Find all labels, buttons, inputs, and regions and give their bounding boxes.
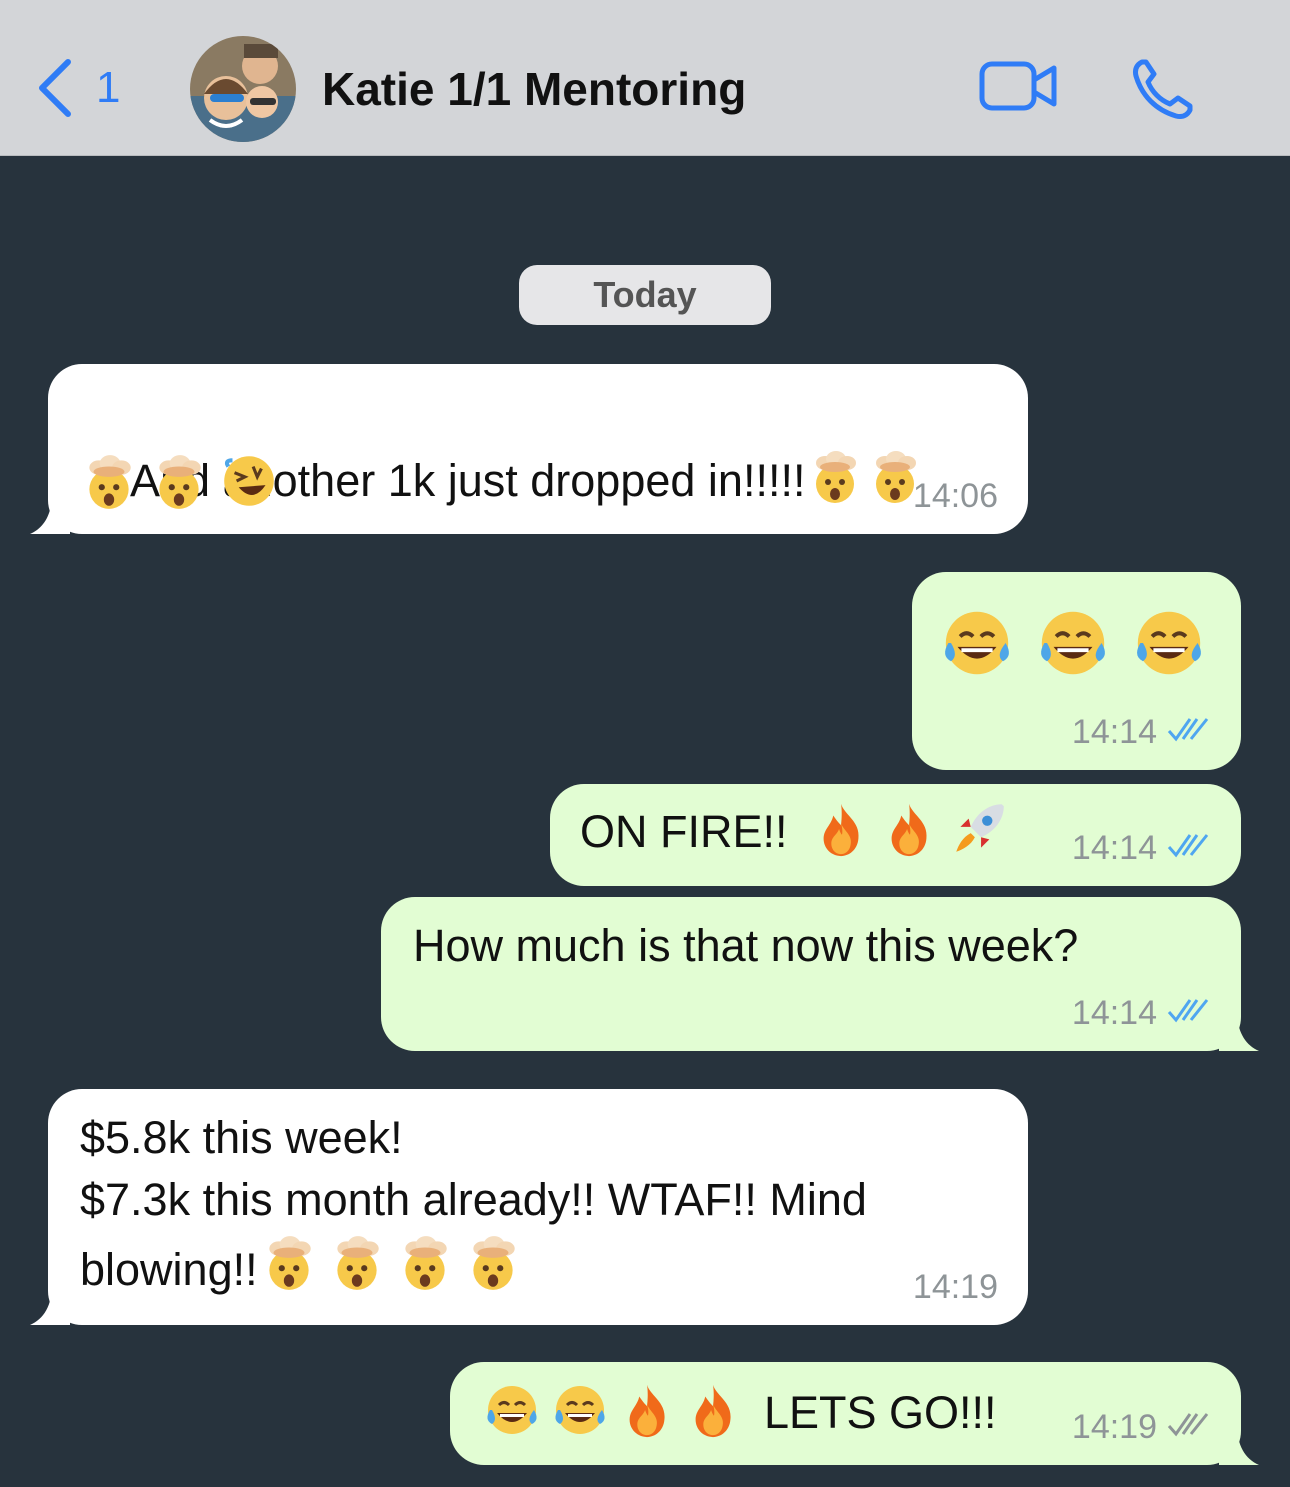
- message-time: 14:14: [1071, 994, 1157, 1032]
- emoji-row: [78, 450, 280, 517]
- mind-blown-icon: [78, 450, 140, 517]
- video-call-button[interactable]: [978, 58, 1060, 121]
- bubble-tail: [1219, 1011, 1259, 1051]
- mind-blown-icon: [462, 1231, 524, 1309]
- mind-blown-icon: [326, 1231, 388, 1309]
- message-text-line: $5.8k this week!: [80, 1112, 403, 1163]
- back-button[interactable]: 1: [34, 58, 120, 118]
- bubble-tail: [30, 1285, 70, 1325]
- message-time: 14:19: [1071, 1408, 1157, 1446]
- read-receipt-icon: [1167, 829, 1211, 868]
- delivered-receipt-icon: [1167, 1408, 1211, 1447]
- message-text: ON FIRE!!: [580, 805, 788, 857]
- tears-of-joy-icon: [482, 1380, 542, 1445]
- mind-blown-icon: [394, 1231, 456, 1309]
- message-text-fragment: blowing!!: [80, 1244, 258, 1295]
- message-meta: 14:06: [913, 477, 998, 516]
- message-time: 14:06: [912, 477, 998, 515]
- video-camera-icon: [978, 61, 1060, 120]
- message-text-line: blowing!!: [80, 1231, 867, 1309]
- tears-of-joy-icon: [550, 1380, 610, 1445]
- message-bubble-incoming[interactable]: $5.8k this week! $7.3k this month alread…: [30, 1089, 1028, 1325]
- tears-of-joy-icon: [938, 604, 1016, 687]
- fire-icon: [812, 800, 870, 863]
- unread-count: 1: [96, 63, 121, 112]
- message-content: LETS GO!!!: [482, 1380, 997, 1445]
- fire-icon: [684, 1381, 742, 1444]
- fire-icon: [618, 1381, 676, 1444]
- read-receipt-icon: [1167, 713, 1211, 752]
- bubble-tail: [1219, 1425, 1259, 1465]
- message-text: $5.8k this week! $7.3k this month alread…: [80, 1107, 867, 1309]
- message-meta: 14:14: [1072, 994, 1211, 1033]
- voice-call-button[interactable]: [1130, 56, 1196, 127]
- rofl-icon: [218, 450, 280, 517]
- phone-icon: [1130, 59, 1196, 126]
- chevron-left-icon: [34, 58, 74, 118]
- message-time: 14:19: [912, 1268, 998, 1306]
- message-meta: 14:14: [1072, 829, 1211, 868]
- mind-blown-icon: [805, 446, 865, 522]
- chat-header: 1 Katie 1/1 Mentoring: [0, 0, 1290, 156]
- message-bubble-outgoing[interactable]: How much is that now this week? 14:14: [381, 897, 1259, 1051]
- message-text-line: $7.3k this month already!! WTAF!! Mind: [80, 1174, 867, 1225]
- message-time: 14:14: [1071, 713, 1157, 751]
- chat-title[interactable]: Katie 1/1 Mentoring: [322, 62, 746, 116]
- message-bubble-incoming[interactable]: And another 1k just dropped in!!!!! 14:0…: [30, 364, 1028, 534]
- bubble-tail: [30, 494, 70, 534]
- message-bubble-outgoing[interactable]: LETS GO!!! 14:19: [450, 1362, 1259, 1465]
- mind-blown-icon: [258, 1231, 320, 1309]
- date-chip: Today: [519, 265, 771, 325]
- read-receipt-icon: [1167, 994, 1211, 1033]
- message-bubble-outgoing[interactable]: ON FIRE!! 14:14: [550, 784, 1241, 886]
- message-bubble-outgoing[interactable]: 14:14: [912, 572, 1241, 770]
- message-meta: 14:19: [913, 1268, 998, 1307]
- message-meta: 14:14: [1072, 713, 1211, 752]
- message-content: ON FIRE!!: [580, 798, 1010, 865]
- mind-blown-icon: [148, 450, 210, 517]
- message-text: LETS GO!!!: [764, 1386, 997, 1438]
- avatar[interactable]: [190, 36, 296, 142]
- message-meta: 14:19: [1072, 1408, 1211, 1447]
- emoji-row: [938, 604, 1208, 687]
- rocket-icon: [948, 798, 1010, 865]
- tears-of-joy-icon: [1130, 604, 1208, 687]
- message-text: How much is that now this week?: [413, 920, 1079, 971]
- fire-icon: [880, 800, 938, 863]
- message-time: 14:14: [1071, 829, 1157, 867]
- tears-of-joy-icon: [1034, 604, 1112, 687]
